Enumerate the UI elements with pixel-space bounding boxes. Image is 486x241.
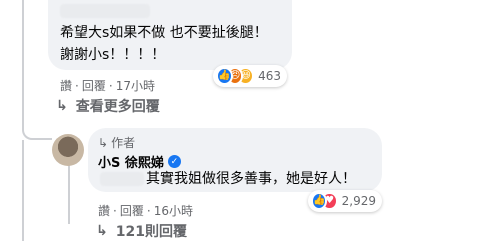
comment-actions: 讚 · 回覆 · 17小時 [60, 78, 155, 94]
verified-badge-icon: ✓ [167, 155, 181, 168]
reaction-count: 463 [258, 69, 282, 83]
view-replies[interactable]: ↳ 121則回覆 [96, 221, 187, 241]
author-badge: ↳ 作者 [98, 134, 135, 151]
reply-actions: 讚 · 回覆 · 16小時 [98, 203, 193, 219]
reply-arrow-icon: ↳ [56, 98, 68, 114]
view-replies-label: 121則回覆 [115, 224, 187, 240]
blurred-commenter-name [60, 4, 150, 18]
reply-reactions[interactable]: 👍 ♥ 2,929 [308, 190, 382, 212]
like-link[interactable]: 讚 [98, 203, 110, 219]
timestamp[interactable]: 17小時 [116, 78, 155, 94]
thread-line [22, 140, 24, 241]
reply-arrow-icon: ↳ [96, 223, 108, 239]
like-reaction-icon: 👍 [216, 67, 233, 85]
blurred-mention [100, 172, 144, 186]
author-badge-label: 作者 [111, 136, 136, 150]
separator: · [146, 204, 151, 218]
view-more-replies-label: 查看更多回覆 [75, 99, 160, 115]
separator: · [113, 204, 117, 218]
author-avatar[interactable] [52, 134, 84, 166]
separator: · [108, 79, 113, 93]
comment-text-line1: 希望大s如果不做 也不要扯後腿！ [60, 25, 268, 41]
reply-text: 其實我姐做很多善事，她是好人！ [146, 171, 356, 187]
view-more-replies[interactable]: ↳ 查看更多回覆 [56, 96, 160, 116]
like-link[interactable]: 讚 [60, 78, 72, 94]
reply-thread-line [68, 162, 70, 224]
author-badge-icon: ↳ [98, 135, 109, 150]
comment-text-line2: 謝謝小s！！！！ [60, 47, 166, 63]
separator: · [75, 79, 79, 93]
reply-link[interactable]: 回覆 [120, 203, 144, 219]
comment-reactions[interactable]: 👍 😠 😆 463 [213, 65, 287, 87]
thread-branch [22, 100, 52, 140]
reaction-count: 2,929 [341, 194, 376, 208]
reply-link[interactable]: 回覆 [82, 78, 106, 94]
timestamp[interactable]: 16小時 [154, 203, 193, 219]
